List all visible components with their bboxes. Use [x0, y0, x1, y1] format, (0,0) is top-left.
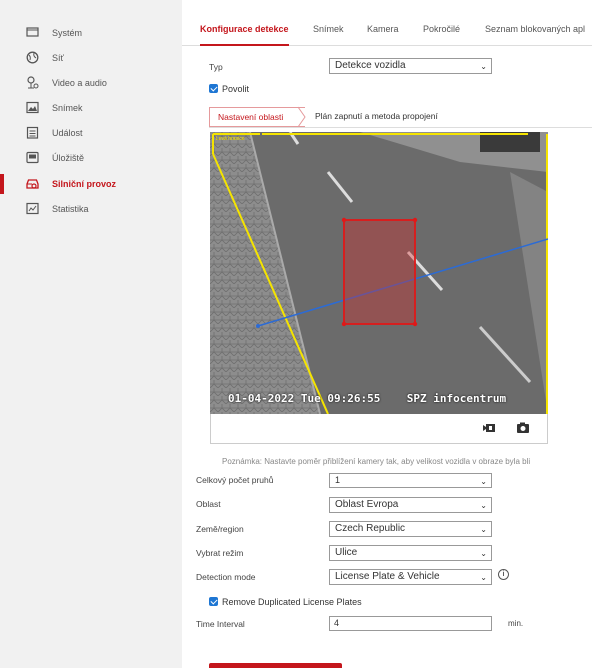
calendar-icon [26, 126, 39, 139]
sidebar-item-label: Úložiště [52, 153, 85, 163]
chart-icon [26, 202, 39, 215]
interval-input[interactable]: 4 [329, 616, 492, 631]
note-text: Poznámka: Nastavte poměr přiblížení kame… [222, 457, 531, 466]
chevron-down-icon: ⌄ [480, 573, 487, 582]
area-select-value: Oblast Evropa [335, 499, 399, 510]
subtab-area-settings[interactable]: Nastavení oblasti [209, 107, 305, 127]
record-icon[interactable] [483, 422, 497, 434]
type-label: Typ [209, 62, 223, 72]
video-audio-icon [27, 76, 39, 89]
tab-blocklist[interactable]: Seznam blokovaných apl [485, 24, 585, 34]
sidebar-item-statistics[interactable]: Statistika [0, 198, 182, 220]
sidebar-item-label: Systém [52, 28, 83, 38]
video-osd-text: 01-04-2022 Tue 09:26:55 SPZ infocentrum [228, 392, 507, 405]
lanes-select-value: 1 [335, 475, 341, 485]
mode-label: Vybrat režim [196, 548, 244, 558]
mode-select-value: Ulice [335, 547, 358, 558]
sidebar-item-label: Silniční provoz [52, 179, 117, 189]
sidebar-item-network[interactable]: Síť [0, 47, 182, 69]
country-label: Země/region [196, 524, 244, 534]
remove-duplicates-checkbox[interactable] [209, 597, 218, 606]
tab-advanced[interactable]: Pokročilé [423, 24, 460, 34]
tab-image[interactable]: Snímek [313, 24, 344, 34]
sidebar-item-label: Video a audio [52, 78, 107, 88]
enable-checkbox[interactable] [209, 84, 218, 93]
sidebar-item-video-audio[interactable]: Video a audio [0, 72, 182, 94]
image-icon [26, 101, 39, 114]
area-select[interactable]: Oblast Evropa ⌄ [329, 497, 492, 513]
sidebar-item-label: Snímek [52, 103, 83, 113]
sidebar-item-storage[interactable]: Úložiště [0, 147, 182, 169]
camera-scene [210, 132, 548, 414]
subtab-schedule-linkage[interactable]: Plán zapnutí a metoda propojení [315, 107, 438, 127]
save-button[interactable] [209, 663, 342, 668]
car-camera-icon [26, 179, 39, 189]
tab-detection-config[interactable]: Konfigurace detekce [200, 24, 289, 46]
lanes-label: Celkový počet pruhů [196, 475, 274, 485]
sidebar-item-label: Statistika [52, 204, 89, 214]
sidebar-item-event[interactable]: Událost [0, 122, 182, 144]
sidebar-item-image[interactable]: Snímek [0, 97, 182, 119]
chevron-down-icon: ⌄ [480, 525, 487, 534]
storage-icon [26, 151, 39, 164]
detection-mode-label: Detection mode [196, 572, 256, 582]
country-select[interactable]: Czech Republic ⌄ [329, 521, 492, 537]
chevron-down-icon: ⌄ [480, 501, 487, 510]
video-toolbar [210, 414, 548, 444]
detection-mode-select[interactable]: License Plate & Vehicle ⌄ [329, 569, 492, 585]
chevron-down-icon: ⌄ [480, 62, 487, 71]
sidebar-item-system[interactable]: Systém [0, 22, 182, 44]
video-preview[interactable]: Levá hranice 01-04-2022 Tue 09:26:55 SPZ… [210, 132, 548, 414]
tab-bar: Konfigurace detekce Snímek Kamera Pokroč… [182, 0, 592, 46]
lanes-select[interactable]: 1 ⌄ [329, 473, 492, 488]
sidebar-item-label: Událost [52, 128, 83, 138]
sidebar-item-traffic[interactable]: Silniční provoz [0, 173, 182, 195]
boundary-overlay-label: Levá hranice [216, 136, 245, 142]
sidebar: Systém Síť Video a audio Snímek Událost … [0, 0, 182, 668]
detection-mode-select-value: License Plate & Vehicle [335, 571, 440, 582]
remove-duplicates-label: Remove Duplicated License Plates [222, 597, 362, 607]
chevron-down-icon: ⌄ [480, 477, 487, 486]
interval-unit: min. [508, 619, 524, 628]
type-select[interactable]: Detekce vozidla ⌄ [329, 58, 492, 74]
info-icon[interactable]: i [498, 569, 509, 580]
interval-label: Time Interval [196, 619, 245, 629]
sidebar-item-label: Síť [52, 53, 64, 63]
subtab-arrow-icon [298, 106, 306, 128]
area-label: Oblast [196, 499, 221, 509]
chevron-down-icon: ⌄ [480, 549, 487, 558]
monitor-icon [26, 27, 39, 37]
subtab-divider [209, 127, 592, 128]
country-select-value: Czech Republic [335, 523, 406, 534]
camera-icon[interactable] [516, 422, 530, 434]
enable-label: Povolit [222, 84, 250, 94]
type-select-value: Detekce vozidla [335, 60, 406, 71]
mode-select[interactable]: Ulice ⌄ [329, 545, 492, 561]
globe-icon [26, 51, 39, 64]
tab-camera[interactable]: Kamera [367, 24, 399, 34]
